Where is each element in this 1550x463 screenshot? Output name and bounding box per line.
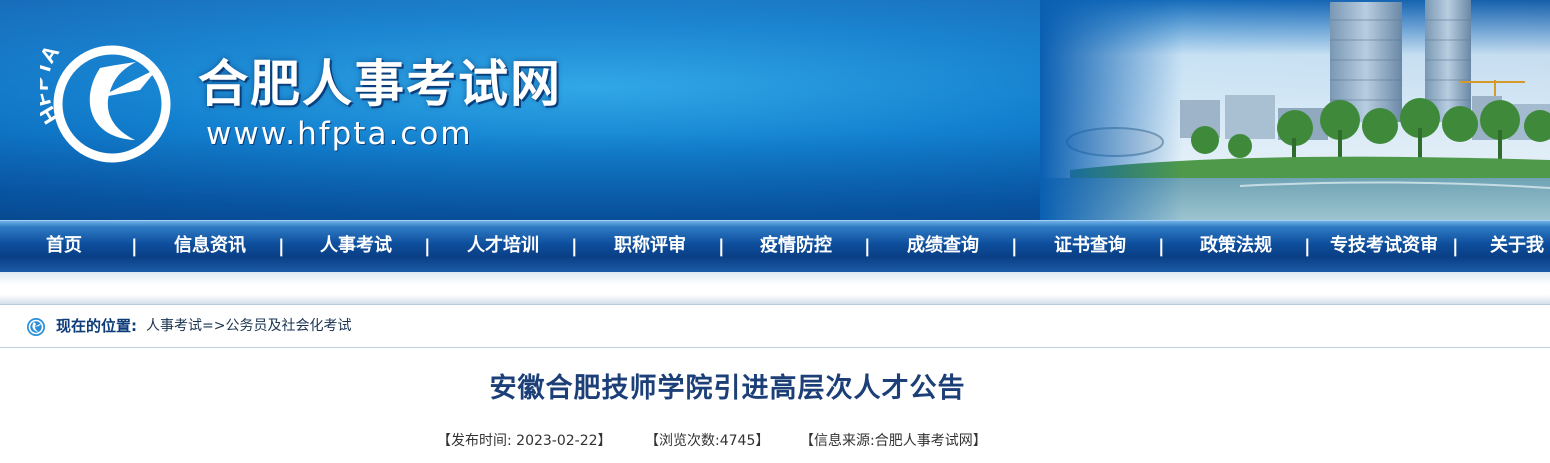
site-title: 合肥人事考试网 xyxy=(198,54,562,113)
breadcrumb: 现在的位置: 人事考试=>公务员及社会化考试 xyxy=(0,305,1550,348)
nav-item-about[interactable]: 关于我 xyxy=(1490,221,1550,271)
city-skyline-image xyxy=(1040,0,1550,220)
nav-separator: | xyxy=(571,236,578,257)
nav-item-personnel-exam[interactable]: 人事考试 xyxy=(308,221,404,271)
nav-separator: | xyxy=(864,236,871,257)
nav-item-home[interactable]: 首页 xyxy=(40,221,88,271)
nav-item-news[interactable]: 信息资讯 xyxy=(162,221,258,271)
main-nav: 首页 | 信息资讯 | 人事考试 | 人才培训 | 职称评审 | 疫情防控 | … xyxy=(0,220,1550,272)
nav-separator: | xyxy=(1158,236,1165,257)
nav-separator: | xyxy=(424,236,431,257)
nav-item-policy-law[interactable]: 政策法规 xyxy=(1188,221,1284,271)
site-url: www.hfpta.com xyxy=(206,116,473,152)
info-source: 【信息来源:合肥人事考试网】 xyxy=(800,433,987,449)
nav-item-talent-training[interactable]: 人才培训 xyxy=(455,221,551,271)
nav-separator: | xyxy=(1011,236,1018,257)
publish-time: 【发布时间: 2023-02-22】 xyxy=(437,433,612,449)
nav-separator: | xyxy=(1304,236,1311,257)
article-title: 安徽合肥技师学院引进高层次人才公告 xyxy=(489,373,966,404)
hfpta-logo-icon[interactable]: HFPTA xyxy=(40,28,180,168)
nav-separator: | xyxy=(131,236,138,257)
nav-item-certificate-query[interactable]: 证书查询 xyxy=(1042,221,1138,271)
location-logo-icon xyxy=(27,318,45,336)
nav-item-title-review[interactable]: 职称评审 xyxy=(602,221,698,271)
nav-item-epidemic-control[interactable]: 疫情防控 xyxy=(748,221,844,271)
breadcrumb-path[interactable]: 人事考试=>公务员及社会化考试 xyxy=(146,305,351,347)
nav-item-professional-exam-review[interactable]: 专技考试资审 xyxy=(1324,221,1444,271)
view-count: 【浏览次数:4745】 xyxy=(645,433,770,449)
nav-separator: | xyxy=(278,236,285,257)
nav-separator: | xyxy=(718,236,725,257)
nav-item-score-query[interactable]: 成绩查询 xyxy=(895,221,991,271)
nav-under-strip xyxy=(0,272,1550,305)
site-banner: HFPTA 合肥人事考试网 www.hfpta.com xyxy=(0,0,1550,220)
nav-separator: | xyxy=(1452,236,1459,257)
breadcrumb-label: 现在的位置: xyxy=(56,317,138,335)
